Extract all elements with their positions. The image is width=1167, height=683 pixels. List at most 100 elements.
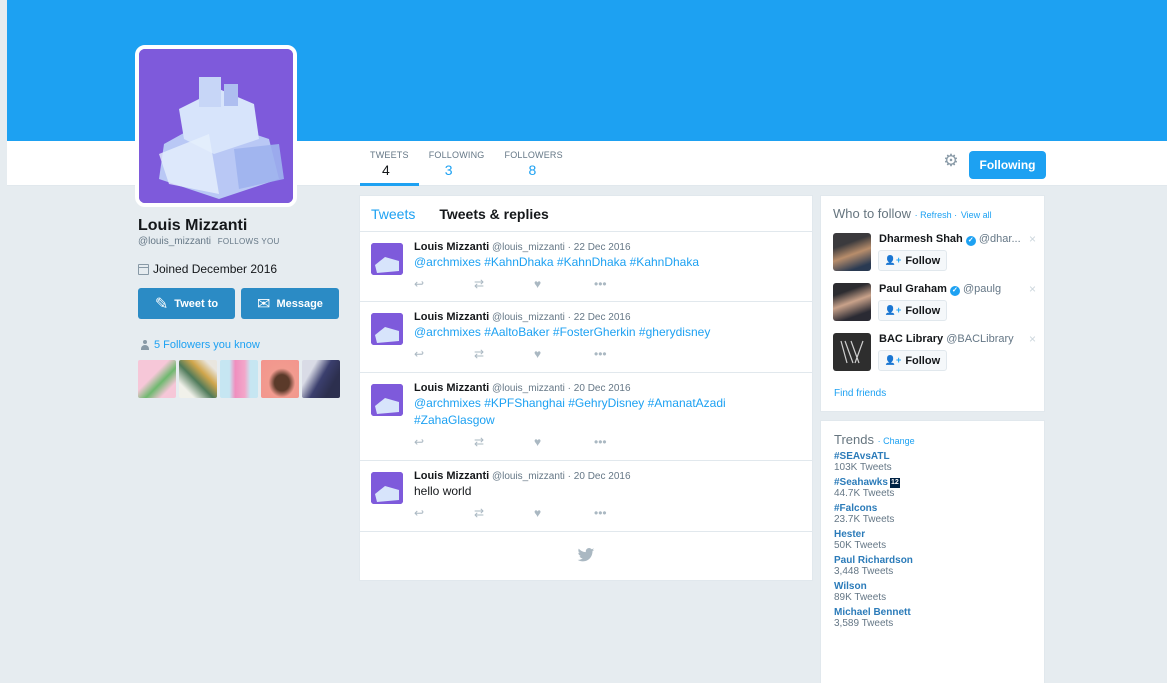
more-icon[interactable]: ••• (594, 435, 654, 449)
follower-avatar[interactable] (220, 360, 258, 398)
message-icon: ✉ (257, 295, 271, 313)
trend-count: 3,448 Tweets (834, 566, 894, 577)
wtf-heading: Who to follow (833, 206, 912, 221)
trend-name[interactable]: #Seahawks 12 (834, 477, 1031, 488)
add-person-icon: 👤+ (884, 355, 902, 365)
profile-name[interactable]: Louis Mizzanti (138, 217, 247, 235)
tab-tweets[interactable]: Tweets (371, 206, 415, 222)
trend-item[interactable]: Hester 50K Tweets (834, 529, 1031, 551)
tweet-header: Louis Mizzanti @louis_mizzanti · 20 Dec … (414, 470, 800, 483)
tweet-text[interactable]: hello world (414, 483, 800, 500)
add-person-icon: 👤+ (884, 255, 902, 265)
view-all-link[interactable]: View all (961, 210, 992, 220)
trend-item[interactable]: Michael Bennett 3,589 Tweets (834, 607, 1031, 629)
tweet[interactable]: Louis Mizzanti @louis_mizzanti · 22 Dec … (360, 232, 812, 302)
reply-icon[interactable]: ↩ (414, 506, 474, 520)
dismiss-icon[interactable]: × (1029, 282, 1036, 296)
who-to-follow-title: Who to follow · Refresh · View all (833, 206, 1032, 221)
reply-icon[interactable]: ↩ (414, 347, 474, 361)
follow-button[interactable]: 👤+ Follow (878, 300, 947, 321)
trend-item[interactable]: #Seahawks 12 44.7K Tweets (834, 477, 1031, 499)
stat-following[interactable]: FOLLOWING 3 (419, 141, 495, 186)
trend-name[interactable]: #SEAvsATL (834, 451, 1031, 462)
suggestion-handle: @dhar... (978, 233, 1021, 245)
stat-value: 8 (528, 162, 537, 178)
suggestion-name[interactable]: Paul Graham ✓ @paulg (879, 283, 1001, 296)
tweet-meta: @louis_mizzanti · 22 Dec 2016 (491, 242, 631, 253)
like-icon[interactable]: ♥ (534, 347, 594, 361)
follow-button[interactable]: 👤+ Follow (878, 350, 947, 371)
message-button[interactable]: ✉ Message (241, 288, 339, 319)
suggestion-name[interactable]: BAC Library @BACLibrary (879, 333, 1014, 345)
tweet-text[interactable]: @archmixes #KPFShanghai #GehryDisney #Am… (414, 395, 800, 429)
retweet-icon[interactable]: ⇄ (474, 277, 534, 291)
change-link[interactable]: · Change (878, 436, 915, 446)
tweet-text[interactable]: @archmixes #AaltoBaker #FosterGherkin #g… (414, 324, 800, 341)
tweet-to-button[interactable]: ✎ Tweet to (138, 288, 235, 319)
stat-value: 4 (382, 162, 390, 178)
tweet-header: Louis Mizzanti @louis_mizzanti · 20 Dec … (414, 382, 800, 395)
tweet[interactable]: Louis Mizzanti @louis_mizzanti · 20 Dec … (360, 461, 812, 532)
tweet-avatar[interactable] (371, 384, 403, 416)
stat-tweets[interactable]: TWEETS 4 (360, 141, 419, 186)
suggestion-avatar[interactable] (833, 333, 871, 371)
verified-icon: ✓ (965, 236, 976, 246)
tweet-author[interactable]: Louis Mizzanti (414, 470, 489, 482)
tweet-avatar[interactable] (371, 243, 403, 275)
reply-icon[interactable]: ↩ (414, 277, 474, 291)
follower-avatar[interactable] (138, 360, 176, 398)
tweet[interactable]: Louis Mizzanti @louis_mizzanti · 20 Dec … (360, 373, 812, 461)
like-icon[interactable]: ♥ (534, 435, 594, 449)
tweet-avatar[interactable] (371, 313, 403, 345)
trend-name[interactable]: Michael Bennett (834, 607, 1031, 618)
seahawks-badge: 12 (889, 477, 900, 488)
reply-icon[interactable]: ↩ (414, 435, 474, 449)
profile-avatar[interactable] (135, 45, 297, 207)
trend-name[interactable]: #Falcons (834, 503, 1031, 514)
trend-name[interactable]: Wilson (834, 581, 1031, 592)
more-icon[interactable]: ••• (594, 277, 654, 291)
dismiss-icon[interactable]: × (1029, 332, 1036, 346)
add-person-icon: 👤+ (884, 305, 902, 315)
find-friends-link[interactable]: Find friends (834, 388, 886, 399)
follower-avatar[interactable] (179, 360, 217, 398)
trend-item[interactable]: Paul Richardson 3,448 Tweets (834, 555, 1031, 577)
trend-item[interactable]: #Falcons 23.7K Tweets (834, 503, 1031, 525)
more-icon[interactable]: ••• (594, 506, 654, 520)
person-icon (140, 340, 150, 350)
tweet-author[interactable]: Louis Mizzanti (414, 382, 489, 394)
refresh-link[interactable]: · Refresh · (915, 210, 958, 220)
trend-count: 103K Tweets (834, 462, 892, 473)
tweet-author[interactable]: Louis Mizzanti (414, 241, 489, 253)
retweet-icon[interactable]: ⇄ (474, 435, 534, 449)
like-icon[interactable]: ♥ (534, 277, 594, 291)
follow-label: Follow (905, 254, 941, 267)
stat-followers[interactable]: FOLLOWERS 8 (495, 141, 573, 186)
suggestion-avatar[interactable] (833, 283, 871, 321)
tweet-text[interactable]: @archmixes #KahnDhaka #KahnDhaka #KahnDh… (414, 254, 800, 271)
followers-you-know[interactable]: 5 Followers you know (140, 339, 260, 351)
suggestion-avatar[interactable] (833, 233, 871, 271)
trend-item[interactable]: #SEAvsATL 103K Tweets (834, 451, 1031, 473)
dismiss-icon[interactable]: × (1029, 232, 1036, 246)
following-button[interactable]: Following (969, 151, 1046, 179)
handle-text[interactable]: @louis_mizzanti (138, 236, 211, 247)
retweet-icon[interactable]: ⇄ (474, 506, 534, 520)
tab-tweets-and-replies[interactable]: Tweets & replies (439, 206, 548, 222)
follower-avatar[interactable] (261, 360, 299, 398)
more-icon[interactable]: ••• (594, 347, 654, 361)
tweet-avatar[interactable] (371, 472, 403, 504)
follow-button[interactable]: 👤+ Follow (878, 250, 947, 271)
follower-avatar[interactable] (302, 360, 340, 398)
suggestion-name[interactable]: Dharmesh Shah ✓ @dhar... (879, 233, 1021, 246)
trend-name[interactable]: Hester (834, 529, 1031, 540)
trend-item[interactable]: Wilson 89K Tweets (834, 581, 1031, 603)
tweet-author[interactable]: Louis Mizzanti (414, 311, 489, 323)
gear-icon[interactable]: ⚙ (942, 152, 960, 170)
trend-count: 3,589 Tweets (834, 618, 894, 629)
like-icon[interactable]: ♥ (534, 506, 594, 520)
trend-name[interactable]: Paul Richardson (834, 555, 1031, 566)
trends-panel: Trends · Change #SEAvsATL 103K Tweets #Se… (820, 420, 1045, 683)
tweet[interactable]: Louis Mizzanti @louis_mizzanti · 22 Dec … (360, 302, 812, 373)
retweet-icon[interactable]: ⇄ (474, 347, 534, 361)
